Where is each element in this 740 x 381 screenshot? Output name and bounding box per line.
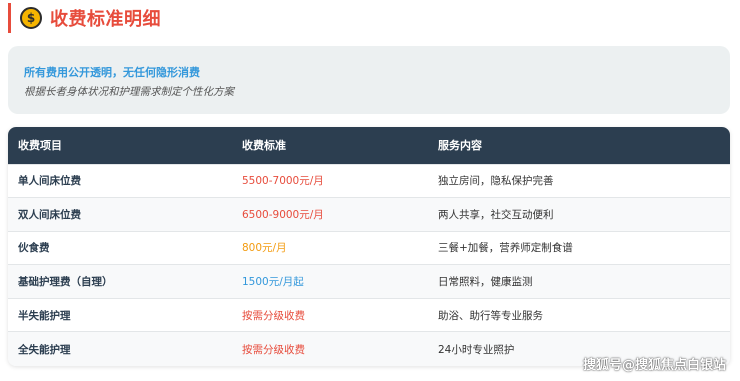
table-row: 单人间床位费 5500-7000元/月 独立房间，隐私保护完善: [8, 164, 730, 198]
fee-price: 按需分级收费: [242, 309, 305, 322]
fee-price: 800元/月: [242, 242, 287, 255]
column-header-item: 收费项目: [18, 139, 62, 153]
table-row: 基础护理费（自理） 1500元/月起 日常照料，健康监测: [8, 264, 730, 299]
fee-price: 6500-9000元/月: [242, 208, 324, 221]
notice-highlight: 所有费用公开透明，无任何隐形消费: [24, 66, 200, 79]
table-row: 伙食费 800元/月 三餐+加餐，营养师定制食谱: [8, 231, 730, 265]
fee-service-description: 独立房间，隐私保护完善: [438, 175, 554, 188]
fee-item-name: 伙食费: [18, 242, 50, 255]
fee-table: 收费项目 收费标准 服务内容 单人间床位费 5500-7000元/月 独立房间，隐私…: [8, 127, 730, 366]
fee-service-description: 两人共享，社交互动便利: [438, 208, 554, 221]
table-row: 半失能护理 按需分级收费 助浴、助行等专业服务: [8, 298, 730, 332]
notice-subtext: 根据长者身体状况和护理需求制定个性化方案: [24, 86, 234, 98]
page-title: 收费标准明细: [50, 9, 161, 30]
fee-service-description: 三餐+加餐，营养师定制食谱: [438, 242, 573, 255]
column-header-price: 收费标准: [242, 139, 286, 153]
fee-service-description: 助浴、助行等专业服务: [438, 309, 543, 322]
fee-item-name: 双人间床位费: [18, 208, 81, 221]
fee-price: 5500-7000元/月: [242, 175, 324, 188]
table-row: 双人间床位费 6500-9000元/月 两人共享，社交互动便利: [8, 197, 730, 232]
fee-item-name: 单人间床位费: [18, 175, 81, 188]
fee-item-name: 半失能护理: [18, 309, 71, 322]
watermark: 搜狐号@搜狐焦点白银站: [582, 358, 726, 373]
fee-price: 按需分级收费: [242, 343, 305, 356]
fee-service-description: 日常照料，健康监测: [438, 276, 533, 289]
section-header: $ 收费标准明细: [8, 3, 161, 33]
money-bag-icon: $: [20, 7, 42, 29]
column-header-service: 服务内容: [438, 139, 482, 153]
accent-bar: [8, 3, 11, 33]
table-header-row: 收费项目 收费标准 服务内容: [8, 127, 730, 164]
fee-price: 1500元/月起: [242, 276, 304, 289]
notice-box: 所有费用公开透明，无任何隐形消费 根据长者身体状况和护理需求制定个性化方案: [8, 46, 730, 114]
fee-item-name: 基础护理费（自理）: [18, 276, 113, 289]
fee-item-name: 全失能护理: [18, 343, 71, 356]
